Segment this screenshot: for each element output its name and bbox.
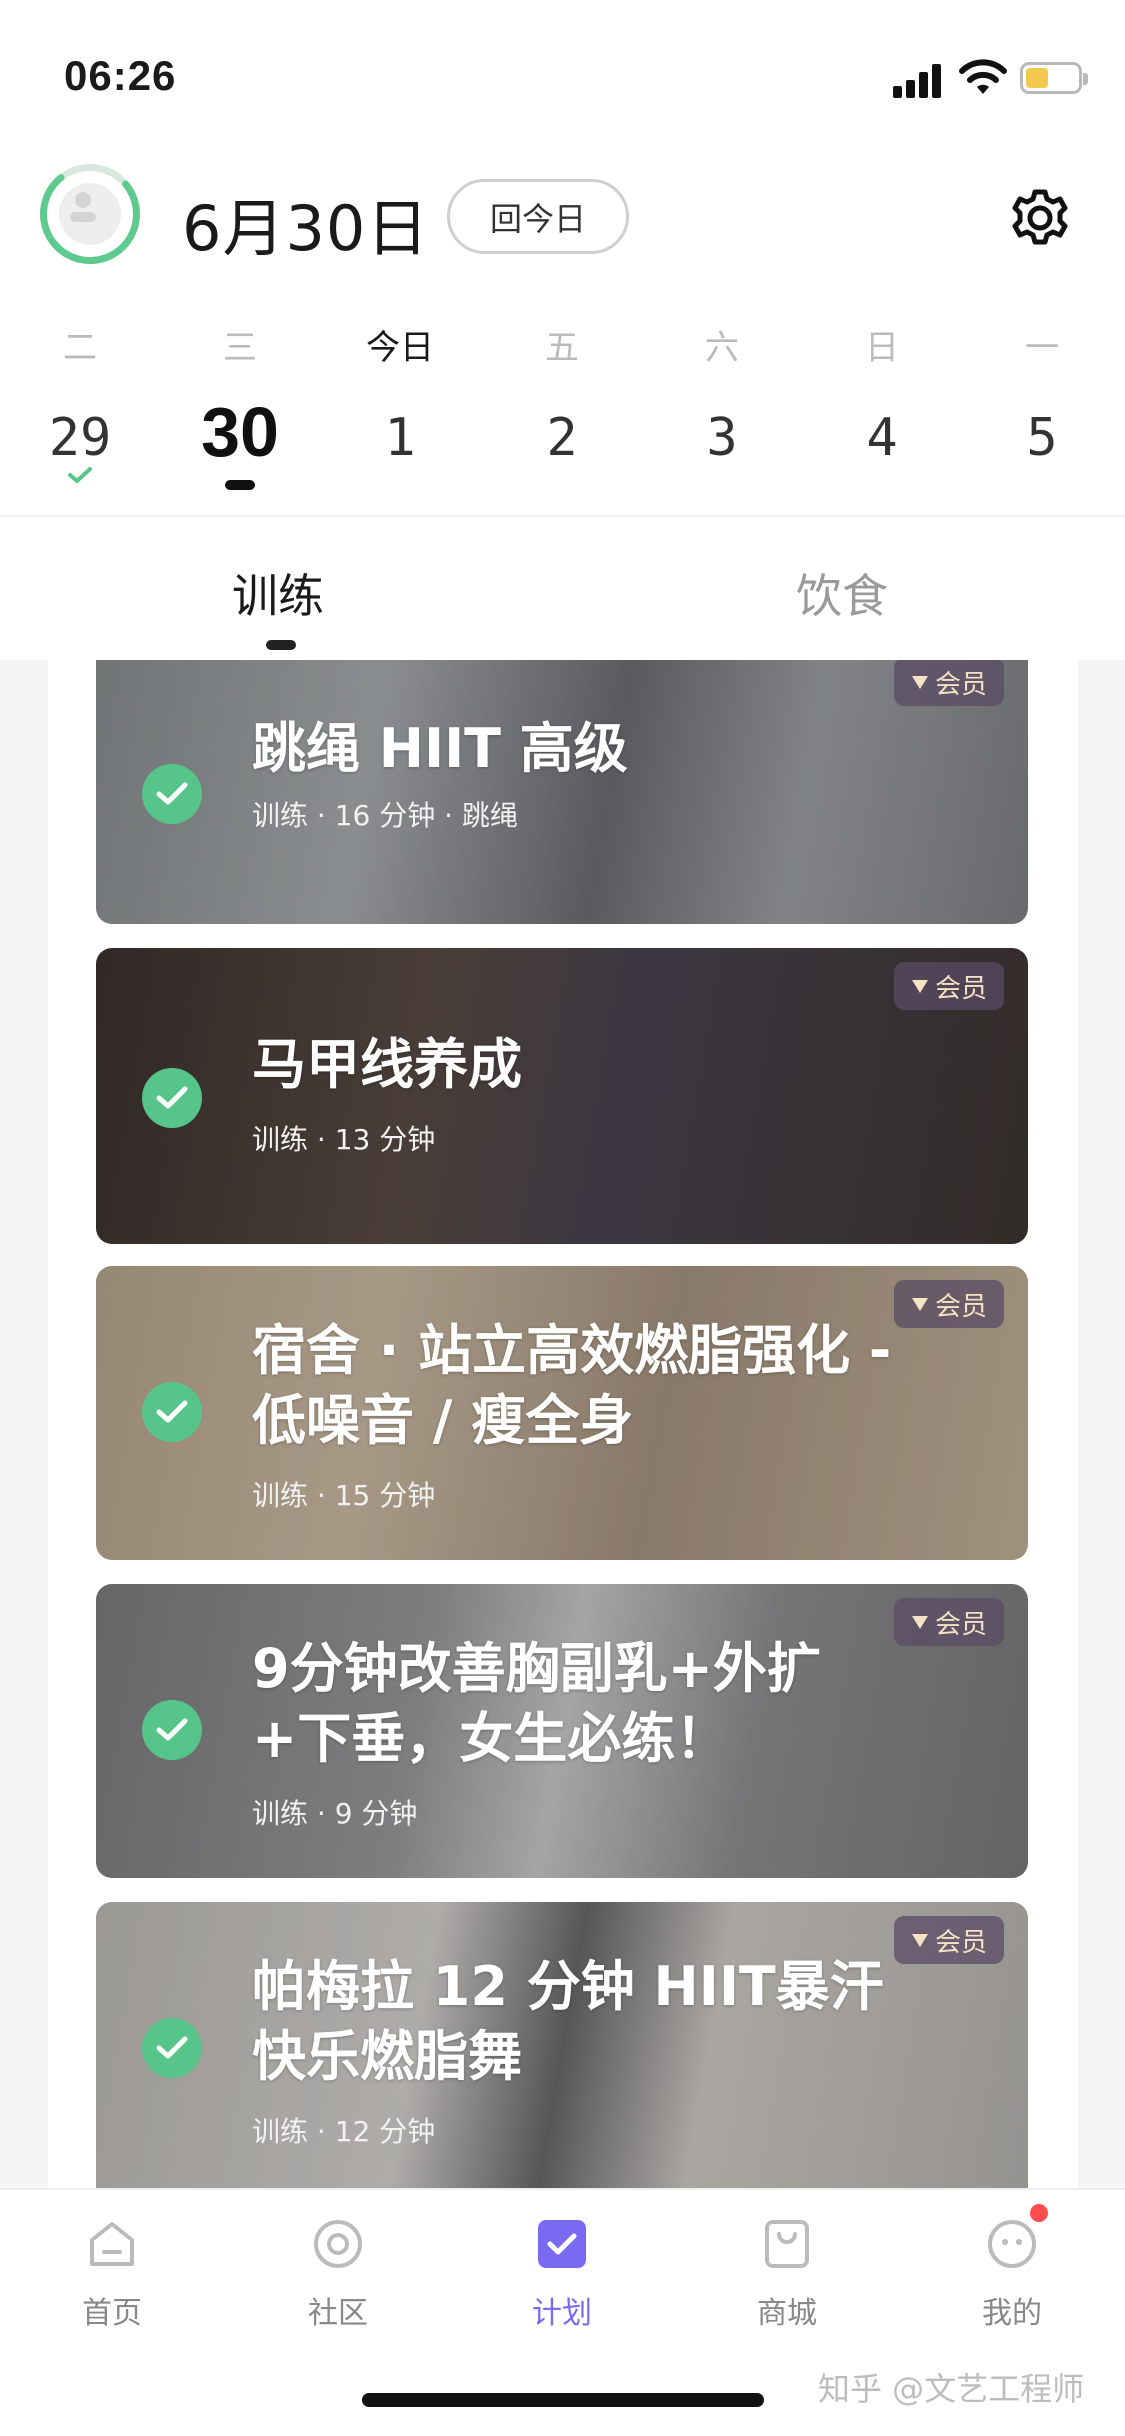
- tab-training[interactable]: 训练: [232, 560, 324, 626]
- back-to-today-button[interactable]: 回今日: [447, 179, 629, 254]
- week-day[interactable]: 日 4: [822, 320, 942, 468]
- nav-mall[interactable]: 商城: [717, 2216, 857, 2332]
- completed-check-icon: [142, 1068, 202, 1128]
- workout-list[interactable]: 会员 跳绳 HIIT 高级 训练 · 16 分钟 · 跳绳 会员 马甲线养成 训…: [0, 660, 1125, 2188]
- week-day[interactable]: 六 3: [662, 320, 782, 468]
- divider: [0, 515, 1125, 517]
- header-date: 6月30日: [182, 192, 430, 265]
- status-bar: 06:26: [0, 0, 1125, 140]
- member-badge: 会员: [894, 1916, 1004, 1964]
- nav-label: 商城: [757, 2296, 817, 2331]
- workout-subtitle: 训练 · 15 分钟: [252, 1479, 436, 1512]
- member-badge: 会员: [894, 1280, 1004, 1328]
- heart-icon: [911, 1298, 928, 1311]
- week-day[interactable]: 一 5: [982, 320, 1102, 468]
- nav-label: 计划: [532, 2296, 592, 2331]
- workout-title: 9分钟改善胸副乳+外扩+下垂，女生必练！: [252, 1637, 821, 1770]
- community-icon: [314, 2220, 362, 2268]
- battery-icon: [1020, 62, 1088, 94]
- weekday-label: 一: [1025, 328, 1059, 368]
- week-day-selected[interactable]: 三 30: [180, 320, 300, 490]
- avatar-placeholder-icon: [59, 183, 121, 245]
- weekday-label: 六: [705, 328, 739, 368]
- nav-label: 我的: [982, 2296, 1042, 2331]
- cellular-signal-icon: [893, 62, 945, 98]
- workout-title: 跳绳 HIIT 高级: [252, 717, 628, 780]
- nav-plan[interactable]: 计划: [492, 2216, 632, 2332]
- active-tab-indicator: [266, 640, 296, 650]
- workout-subtitle: 训练 · 9 分钟: [252, 1797, 418, 1830]
- workout-title: 马甲线养成: [252, 1033, 522, 1096]
- profile-face-icon: [988, 2220, 1036, 2268]
- day-number: 1: [384, 408, 416, 468]
- nav-label: 首页: [82, 2296, 142, 2331]
- badge-label: 会员: [934, 669, 987, 700]
- member-badge: 会员: [894, 660, 1004, 706]
- nav-home[interactable]: 首页: [42, 2216, 182, 2332]
- member-badge: 会员: [894, 962, 1004, 1010]
- tab-bar: 训练 饮食: [0, 540, 1125, 660]
- weekday-label: 日: [865, 328, 899, 368]
- home-icon: [90, 2222, 134, 2266]
- wifi-icon: [959, 59, 1007, 94]
- watermark: 知乎 @文艺工程师: [818, 2370, 1085, 2408]
- notification-dot: [1030, 2204, 1048, 2222]
- day-number: 5: [1026, 408, 1058, 468]
- week-day[interactable]: 五 2: [502, 320, 622, 468]
- heart-icon: [911, 676, 928, 689]
- nav-label: 社区: [308, 2296, 368, 2331]
- heart-icon: [911, 1616, 928, 1629]
- completed-check-icon: [142, 1700, 202, 1760]
- badge-label: 会员: [934, 1609, 987, 1640]
- workout-title: 宿舍 · 站立高效燃脂强化 - 低噪音 / 瘦全身: [252, 1319, 892, 1452]
- week-day[interactable]: 二 29: [20, 320, 140, 488]
- badge-label: 会员: [934, 1291, 987, 1322]
- home-indicator[interactable]: [362, 2393, 764, 2407]
- selected-day-indicator: [225, 480, 255, 490]
- workout-title: 帕梅拉 12 分钟 HIIT暴汗快乐燃脂舞: [252, 1955, 884, 2088]
- workout-card[interactable]: 会员 9分钟改善胸副乳+外扩+下垂，女生必练！ 训练 · 9 分钟: [96, 1584, 1028, 1878]
- day-number: 29: [48, 408, 112, 468]
- weekday-label: 五: [545, 328, 579, 368]
- weekday-label: 二: [63, 328, 97, 368]
- heart-icon: [911, 1934, 928, 1947]
- settings-gear-icon[interactable]: [1008, 186, 1072, 250]
- tab-diet[interactable]: 饮食: [796, 560, 888, 626]
- completed-check-icon: [142, 2018, 202, 2078]
- completed-check-icon: [68, 467, 92, 484]
- avatar[interactable]: [40, 164, 140, 264]
- completed-check-icon: [142, 764, 202, 824]
- completed-check-icon: [142, 1382, 202, 1442]
- weekday-label: 三: [223, 328, 257, 368]
- day-number: 3: [706, 408, 738, 468]
- week-strip: 二 29 三 30 今日 1 五 2 六 3 日 4 一 5: [0, 320, 1125, 510]
- workout-subtitle: 训练 · 12 分钟: [252, 2115, 436, 2148]
- day-number: 4: [866, 408, 898, 468]
- workout-subtitle: 训练 · 16 分钟 · 跳绳: [252, 799, 518, 832]
- status-time: 06:26: [64, 52, 177, 99]
- member-badge: 会员: [894, 1598, 1004, 1646]
- nav-mine[interactable]: 我的: [942, 2216, 1082, 2332]
- workout-subtitle: 训练 · 13 分钟: [252, 1123, 436, 1156]
- weekday-label: 今日: [366, 328, 434, 368]
- workout-card[interactable]: 会员 宿舍 · 站立高效燃脂强化 - 低噪音 / 瘦全身 训练 · 15 分钟: [96, 1266, 1028, 1560]
- week-day-today[interactable]: 今日 1: [340, 320, 460, 468]
- badge-label: 会员: [934, 973, 987, 1004]
- plan-icon: [538, 2220, 586, 2268]
- day-number: 2: [546, 408, 578, 468]
- shopping-bag-icon: [765, 2220, 809, 2268]
- workout-card[interactable]: 会员 马甲线养成 训练 · 13 分钟: [96, 948, 1028, 1244]
- badge-label: 会员: [934, 1927, 987, 1958]
- nav-community[interactable]: 社区: [268, 2216, 408, 2332]
- heart-icon: [911, 980, 928, 993]
- workout-card[interactable]: 会员 跳绳 HIIT 高级 训练 · 16 分钟 · 跳绳: [96, 660, 1028, 924]
- workout-card[interactable]: 会员 帕梅拉 12 分钟 HIIT暴汗快乐燃脂舞 训练 · 12 分钟: [96, 1902, 1028, 2188]
- day-number: 30: [201, 393, 279, 471]
